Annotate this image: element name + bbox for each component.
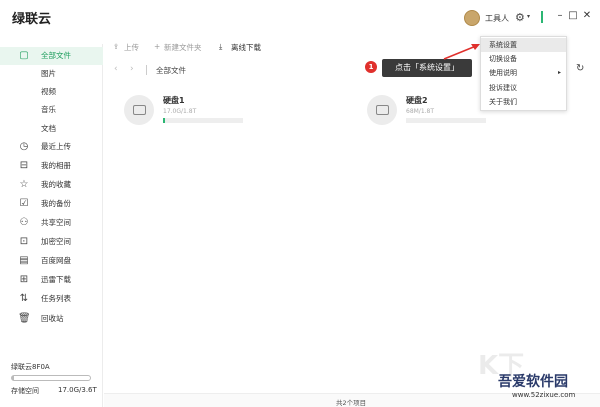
sidebar-item-label: 图片 [41, 69, 56, 78]
sidebar-item-label: 加密空间 [41, 237, 71, 246]
storage-label: 存储空间 [11, 387, 39, 395]
sidebar-item-recent-uploads[interactable]: ◷ 最近上传 [0, 138, 103, 156]
user-name[interactable]: 工具人 [485, 13, 509, 24]
app-title: 绿联云 [12, 12, 52, 27]
cloud-icon: ▤ [19, 255, 29, 266]
disk-size: 68M/1.8T [406, 108, 435, 115]
sidebar-item-images[interactable]: 图片 [0, 65, 103, 83]
lock-icon: ⊡ [19, 236, 29, 247]
minimize-button[interactable]: – [554, 10, 566, 22]
sidebar-item-label: 视频 [41, 87, 56, 96]
maximize-button[interactable]: □ [567, 10, 579, 22]
thunder-icon: ⊞ [19, 274, 29, 285]
divider [146, 65, 147, 75]
divider [541, 11, 543, 23]
sidebar-item-label: 全部文件 [41, 51, 71, 60]
disk-usage-fill [163, 118, 165, 123]
new-folder-button[interactable]: 新建文件夹 [164, 42, 202, 53]
sidebar-item-label: 我的备份 [41, 199, 71, 208]
breadcrumb[interactable]: 全部文件 [156, 65, 186, 76]
sidebar-item-label: 百度网盘 [41, 256, 71, 265]
close-button[interactable]: ✕ [581, 10, 593, 22]
sidebar-item-label: 共享空间 [41, 218, 71, 227]
avatar[interactable] [464, 10, 480, 26]
upload-icon[interactable]: ⇪ [113, 42, 119, 51]
storage-value: 17.0G/3.6T [58, 386, 97, 394]
sidebar-item-baidu-netdisk[interactable]: ▤ 百度网盘 [0, 252, 103, 270]
callout-number-badge: 1 [365, 61, 377, 73]
sidebar-item-label: 最近上传 [41, 142, 71, 151]
forward-icon[interactable]: › [130, 64, 134, 74]
album-icon: ⊟ [19, 160, 29, 171]
sidebar-item-all-files[interactable]: ▢ 全部文件 [0, 47, 103, 65]
chevron-right-icon: ▸ [557, 69, 561, 76]
clock-icon: ◷ [19, 141, 29, 152]
backup-icon: ☑ [19, 198, 29, 209]
sidebar-item-music[interactable]: 音乐 [0, 101, 103, 119]
refresh-icon[interactable]: ↻ [576, 63, 584, 74]
item-count: 共2个项目 [336, 399, 367, 407]
storage-progress-fill [12, 376, 14, 380]
hard-drive-icon [367, 95, 397, 125]
sidebar-item-encrypted-space[interactable]: ⊡ 加密空间 [0, 233, 103, 251]
menu-item-about-us[interactable]: 关于我们 [481, 95, 566, 109]
arrow-icon [443, 44, 480, 60]
file-icon: ▢ [19, 50, 29, 61]
menu-item-label: 使用说明 [489, 69, 517, 77]
trash-icon: 🗑 [18, 313, 31, 324]
disk-name: 硬盘1 [163, 96, 185, 105]
back-icon[interactable]: ‹ [114, 64, 118, 74]
sidebar-item-videos[interactable]: 视频 [0, 83, 103, 101]
sidebar-item-thunder-download[interactable]: ⊞ 迅雷下载 [0, 271, 103, 289]
watermark-text: 吾爱软件园 [498, 374, 568, 390]
settings-menu: 系统设置 切换设备 使用说明 ▸ 投诉建议 关于我们 [480, 36, 567, 111]
watermark-url: www.52zixue.com [512, 391, 576, 399]
menu-item-switch-device[interactable]: 切换设备 [481, 52, 566, 66]
sidebar-item-task-list[interactable]: ⇅ 任务列表 [0, 290, 103, 308]
menu-item-feedback[interactable]: 投诉建议 [481, 81, 566, 95]
sidebar-item-favorites[interactable]: ☆ 我的收藏 [0, 176, 103, 194]
sidebar-item-documents[interactable]: 文档 [0, 120, 103, 138]
sidebar-item-label: 我的相册 [41, 161, 71, 170]
sidebar: ▢ 全部文件 图片 视频 音乐 文档 ◷ 最近上传 ⊟ 我的相册 ☆ 我的收藏 … [0, 44, 103, 407]
caret-down-icon[interactable]: ▾ [527, 13, 530, 20]
transfer-icon: ⇅ [19, 293, 29, 304]
sidebar-item-label: 回收站 [41, 314, 64, 323]
sidebar-item-label: 迅雷下载 [41, 275, 71, 284]
sidebar-item-label: 我的收藏 [41, 180, 71, 189]
disk-usage-bar [163, 118, 243, 123]
offline-download-button[interactable]: 离线下载 [231, 42, 261, 53]
storage-progress-bar [11, 375, 91, 381]
disk-name: 硬盘2 [406, 96, 428, 105]
sidebar-item-label: 任务列表 [41, 294, 71, 303]
watermark: K下 吾爱软件园 www.52zixue.com [468, 345, 600, 407]
upload-button[interactable]: 上传 [124, 42, 139, 53]
people-icon: ⚇ [19, 217, 29, 228]
star-icon: ☆ [19, 179, 29, 190]
sidebar-item-label: 音乐 [41, 105, 56, 114]
menu-item-system-settings[interactable]: 系统设置 [481, 38, 566, 52]
sidebar-item-recycle-bin[interactable]: 🗑 回收站 [0, 310, 103, 328]
disk-item[interactable]: 硬盘2 68M/1.8T [367, 95, 497, 135]
device-name: 绿联云8F0A [11, 363, 50, 371]
plus-icon[interactable]: + [154, 42, 160, 51]
download-icon[interactable]: ⤓ [219, 42, 222, 52]
disk-size: 17.0G/1.8T [163, 108, 197, 115]
sidebar-item-shared-space[interactable]: ⚇ 共享空间 [0, 214, 103, 232]
sidebar-item-backup[interactable]: ☑ 我的备份 [0, 195, 103, 213]
disk-item[interactable]: 硬盘1 17.0G/1.8T [124, 95, 254, 135]
menu-item-user-guide[interactable]: 使用说明 ▸ [481, 66, 566, 80]
sidebar-item-album[interactable]: ⊟ 我的相册 [0, 157, 103, 175]
hard-drive-icon [124, 95, 154, 125]
disk-usage-bar [406, 118, 486, 123]
title-bar: 绿联云 工具人 ⚙ ▾ – □ ✕ [0, 0, 600, 36]
sidebar-item-label: 文档 [41, 124, 56, 133]
